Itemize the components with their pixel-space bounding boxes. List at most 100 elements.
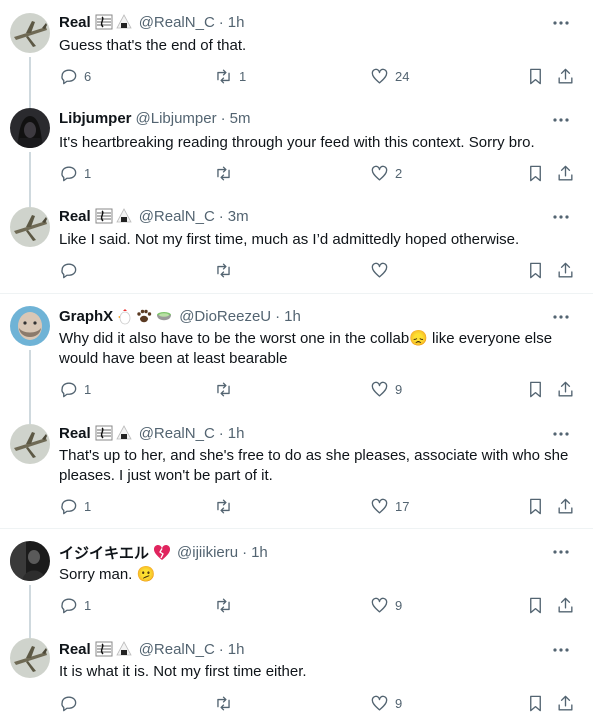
user-handle[interactable]: @RealN_C bbox=[139, 641, 215, 658]
tweet[interactable]: GraphX @DioReezeU · 1h Why did it also h… bbox=[0, 294, 593, 411]
share-icon bbox=[558, 381, 573, 397]
retweet-icon bbox=[217, 382, 230, 397]
more-options-button[interactable] bbox=[551, 207, 571, 227]
action-bar: 1 9 bbox=[59, 596, 577, 616]
tweet-header: Real @RealN_C · 1h bbox=[59, 424, 244, 442]
user-handle[interactable]: @ijiikieru bbox=[177, 544, 238, 561]
tweet[interactable]: Libjumper @Libjumper · 5m It's heartbrea… bbox=[0, 97, 593, 194]
like-button[interactable]: 9 bbox=[370, 694, 402, 713]
like-count: 9 bbox=[395, 598, 403, 613]
user-handle[interactable]: @DioReezeU bbox=[179, 308, 271, 325]
user-handle[interactable]: @RealN_C bbox=[139, 425, 215, 442]
display-name[interactable]: Libjumper bbox=[59, 110, 132, 127]
tweet[interactable]: イジイキエル @ijiikieru · 1h Sorry man. 🫤 1 9 bbox=[0, 529, 593, 627]
avatar[interactable] bbox=[10, 306, 50, 346]
timestamp[interactable]: 3m bbox=[228, 208, 249, 225]
user-handle[interactable]: @RealN_C bbox=[139, 208, 215, 225]
bookmark-button[interactable] bbox=[526, 67, 545, 86]
tweet[interactable]: Real @RealN_C · 3m Like I said. Not my f… bbox=[0, 194, 593, 294]
avatar[interactable] bbox=[10, 13, 50, 53]
display-name[interactable]: Real bbox=[59, 425, 91, 442]
retweet-button[interactable] bbox=[214, 596, 239, 615]
bearded-face-avatar-icon bbox=[10, 306, 50, 346]
tweet[interactable]: Real @RealN_C · 1h Guess that's the end … bbox=[0, 0, 593, 97]
avatar[interactable] bbox=[10, 541, 50, 581]
action-bar bbox=[59, 261, 577, 281]
reply-button[interactable]: 1 bbox=[59, 596, 91, 615]
heart-icon bbox=[371, 597, 388, 613]
chicken-icon bbox=[117, 307, 133, 325]
bowl-icon bbox=[155, 307, 173, 325]
share-button[interactable] bbox=[556, 380, 575, 399]
like-button[interactable] bbox=[370, 261, 395, 280]
like-count: 9 bbox=[395, 382, 403, 397]
share-button[interactable] bbox=[556, 694, 575, 713]
music-note-icon bbox=[95, 640, 113, 658]
bookmark-button[interactable] bbox=[526, 164, 545, 183]
reply-button[interactable] bbox=[59, 694, 84, 713]
share-button[interactable] bbox=[556, 261, 575, 280]
avatar[interactable] bbox=[10, 638, 50, 678]
like-count: 2 bbox=[395, 166, 403, 181]
more-options-button[interactable] bbox=[551, 542, 571, 562]
like-button[interactable]: 9 bbox=[370, 596, 402, 615]
share-button[interactable] bbox=[556, 497, 575, 516]
bookmark-button[interactable] bbox=[526, 694, 545, 713]
bookmark-button[interactable] bbox=[526, 596, 545, 615]
display-name[interactable]: イジイキエル bbox=[59, 542, 149, 563]
user-handle[interactable]: @Libjumper bbox=[136, 110, 217, 127]
like-button[interactable]: 2 bbox=[370, 164, 402, 183]
reply-button[interactable] bbox=[59, 261, 84, 280]
reply-button[interactable]: 6 bbox=[59, 67, 91, 86]
share-button[interactable] bbox=[556, 596, 575, 615]
user-handle[interactable]: @RealN_C bbox=[139, 14, 215, 31]
reply-button[interactable]: 1 bbox=[59, 497, 91, 516]
tweet[interactable]: Real @RealN_C · 1h It is what it is. Not… bbox=[0, 627, 593, 727]
timestamp[interactable]: 1h bbox=[228, 425, 245, 442]
music-note-icon bbox=[95, 424, 113, 442]
timestamp[interactable]: 5m bbox=[230, 110, 251, 127]
avatar[interactable] bbox=[10, 108, 50, 148]
timestamp[interactable]: 1h bbox=[228, 14, 245, 31]
retweet-button[interactable] bbox=[214, 380, 239, 399]
share-button[interactable] bbox=[556, 67, 575, 86]
retweet-button[interactable]: 1 bbox=[214, 67, 246, 86]
more-options-button[interactable] bbox=[551, 640, 571, 660]
reply-count: 1 bbox=[84, 499, 92, 514]
avatar[interactable] bbox=[10, 207, 50, 247]
retweet-button[interactable] bbox=[214, 694, 239, 713]
reply-button[interactable]: 1 bbox=[59, 380, 91, 399]
retweet-button[interactable] bbox=[214, 261, 239, 280]
display-name[interactable]: Real bbox=[59, 14, 91, 31]
like-button[interactable]: 24 bbox=[370, 67, 409, 86]
share-button[interactable] bbox=[556, 164, 575, 183]
bookmark-button[interactable] bbox=[526, 261, 545, 280]
display-name[interactable]: Real bbox=[59, 208, 91, 225]
like-button[interactable]: 9 bbox=[370, 380, 402, 399]
share-icon bbox=[558, 695, 573, 711]
more-options-button[interactable] bbox=[551, 424, 571, 444]
retweet-icon bbox=[217, 69, 230, 84]
tweet[interactable]: Real @RealN_C · 1h That's up to her, and… bbox=[0, 411, 593, 529]
reply-button[interactable]: 1 bbox=[59, 164, 91, 183]
more-options-button[interactable] bbox=[551, 307, 571, 327]
avatar[interactable] bbox=[10, 424, 50, 464]
display-name[interactable]: GraphX bbox=[59, 308, 113, 325]
music-note-icon bbox=[95, 13, 113, 31]
more-options-button[interactable] bbox=[551, 13, 571, 33]
bookmark-button[interactable] bbox=[526, 380, 545, 399]
more-options-button[interactable] bbox=[551, 110, 571, 130]
timestamp[interactable]: 1h bbox=[228, 641, 245, 658]
timestamp[interactable]: 1h bbox=[284, 308, 301, 325]
bookmark-button[interactable] bbox=[526, 497, 545, 516]
reply-icon bbox=[61, 382, 77, 398]
display-name[interactable]: Real bbox=[59, 641, 91, 658]
heart-icon bbox=[371, 262, 388, 278]
retweet-button[interactable] bbox=[214, 164, 239, 183]
more-icon bbox=[553, 118, 569, 122]
like-button[interactable]: 17 bbox=[370, 497, 409, 516]
retweet-button[interactable] bbox=[214, 497, 239, 516]
thread-line bbox=[29, 152, 31, 194]
bookmark-icon bbox=[530, 262, 541, 279]
timestamp[interactable]: 1h bbox=[251, 544, 268, 561]
